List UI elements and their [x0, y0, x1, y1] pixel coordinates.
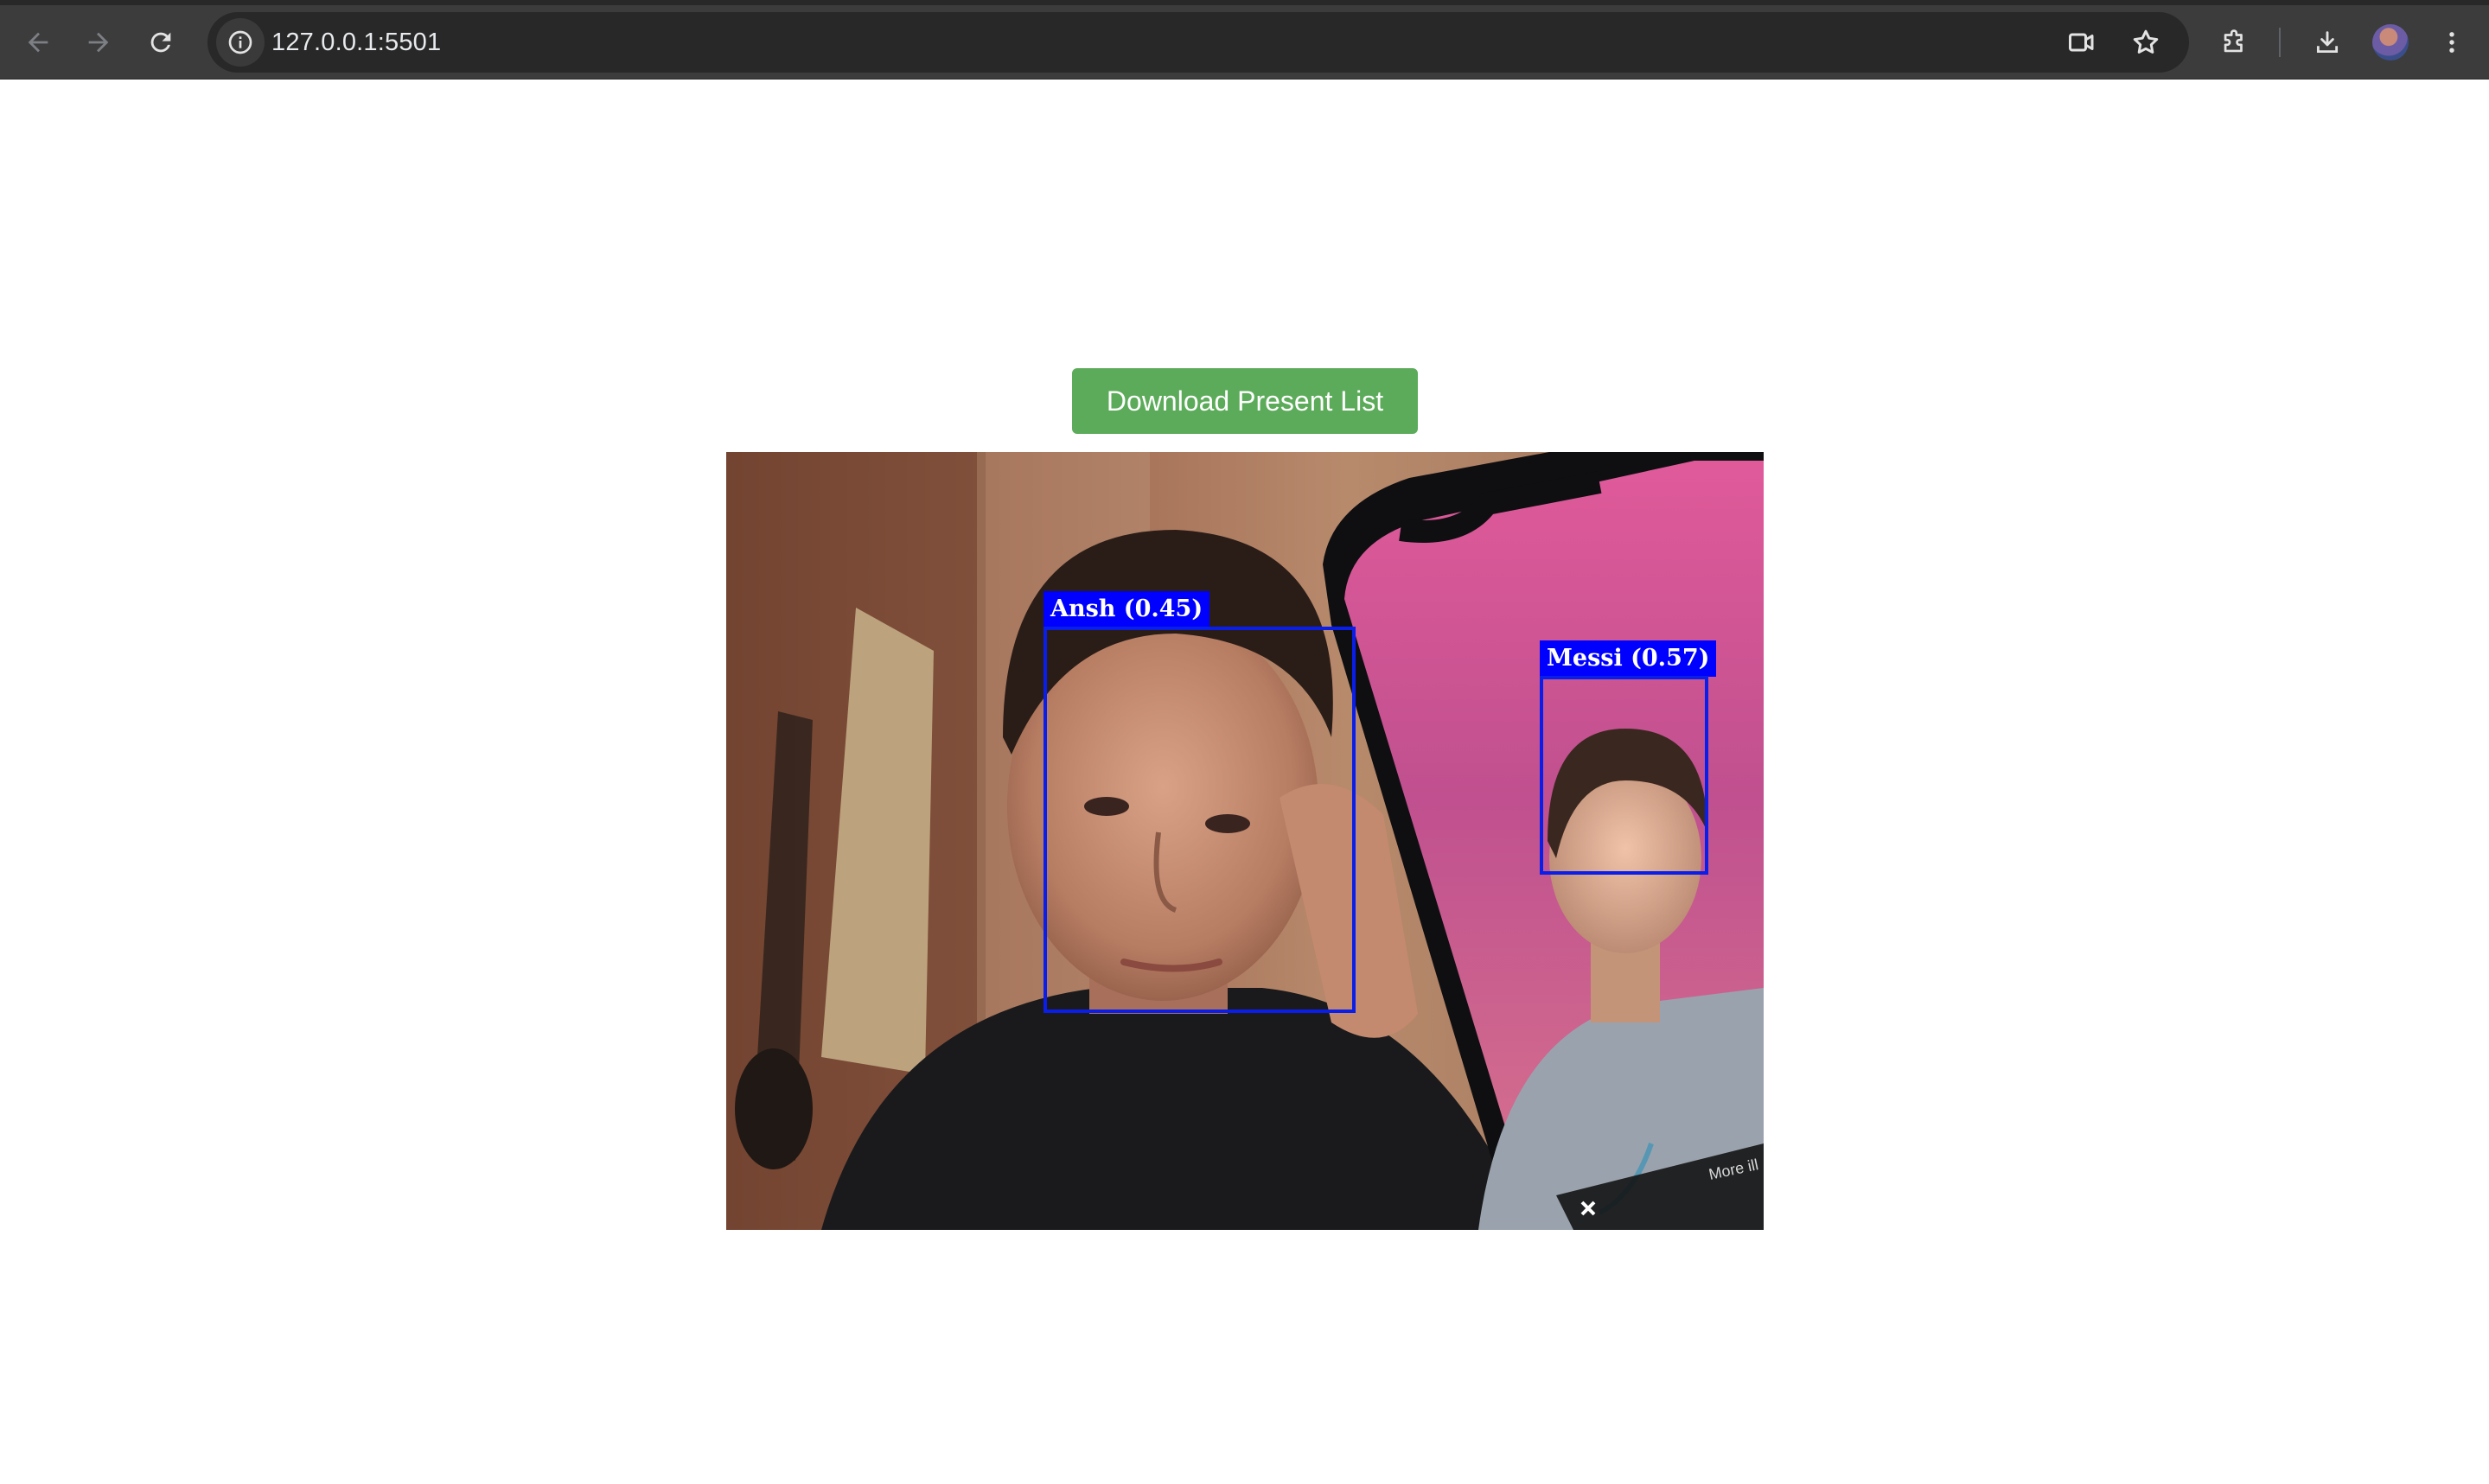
bookmark-button[interactable]	[2127, 23, 2165, 61]
download-present-list-button[interactable]: Download Present List	[1072, 368, 1418, 434]
downloads-button[interactable]	[2303, 18, 2352, 67]
reload-icon	[150, 32, 171, 53]
face-bounding-box	[1043, 627, 1356, 1013]
info-icon	[228, 30, 252, 54]
extensions-button[interactable]	[2210, 18, 2258, 67]
url-text[interactable]: 127.0.0.1:5501	[271, 12, 441, 73]
back-button[interactable]	[14, 18, 62, 67]
arrow-right-icon	[88, 32, 109, 53]
video-camera-icon	[2069, 33, 2094, 52]
download-icon	[2316, 31, 2339, 54]
profile-avatar[interactable]	[2372, 24, 2409, 61]
webcam-feed: More ill Ansh (0.45) Messi (0.57)	[726, 452, 1764, 1230]
camera-in-use-button[interactable]	[2063, 23, 2101, 61]
star-icon	[2133, 29, 2159, 54]
detection-label: Ansh (0.45)	[1043, 591, 1210, 627]
detection-label: Messi (0.57)	[1540, 640, 1717, 677]
vertical-dots-icon	[2449, 32, 2454, 53]
face-bounding-box	[1540, 676, 1708, 875]
site-info-button[interactable]	[216, 18, 265, 67]
toolbar-divider	[2279, 28, 2281, 57]
arrow-left-icon	[28, 32, 48, 53]
address-bar[interactable]: 127.0.0.1:5501	[207, 12, 2189, 73]
browser-toolbar: 127.0.0.1:5501	[0, 0, 2489, 80]
browser-menu-button[interactable]	[2428, 18, 2476, 67]
forward-button[interactable]	[74, 18, 123, 67]
puzzle-piece-icon	[2224, 29, 2243, 53]
reload-button[interactable]	[137, 18, 185, 67]
